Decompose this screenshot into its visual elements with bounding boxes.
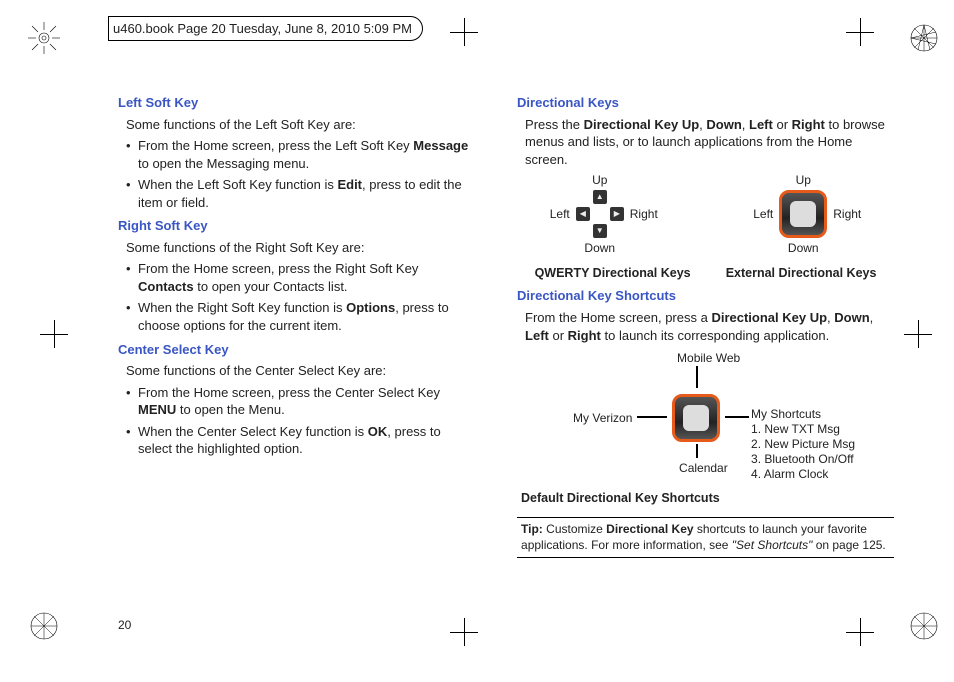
csk-intro: Some functions of the Center Select Key … [126,362,477,380]
shortcut-right: My Shortcuts [751,406,821,422]
crop-mark-icon [846,18,874,46]
right-column: Directional Keys Press the Directional K… [517,88,894,622]
label-down: Down [584,240,615,256]
directional-diagrams: Up Left ▲▼◀▶ Right Down Up Left Right Do… [517,172,894,256]
dks-intro: From the Home screen, press a Directiona… [525,309,894,344]
crop-mark-icon [40,320,68,348]
page-header: u460.book Page 20 Tuesday, June 8, 2010 … [108,16,423,41]
caption-external: External Directional Keys [726,265,877,282]
shortcut-left: My Verizon [573,410,632,426]
ornament-icon [908,610,940,642]
shortcut-up: Mobile Web [677,350,740,366]
caption-qwerty: QWERTY Directional Keys [535,265,691,282]
heading-directional-keys: Directional Keys [517,94,894,112]
tip-box: Tip: Customize Directional Key shortcuts… [517,517,894,558]
label-left: Left [550,206,570,222]
left-column: Left Soft Key Some functions of the Left… [118,88,477,622]
label-up: Up [592,172,607,188]
page-content: Left Soft Key Some functions of the Left… [118,88,894,622]
label-left: Left [753,206,773,222]
label-right: Right [833,206,861,222]
heading-left-soft-key: Left Soft Key [118,94,477,112]
crop-mark-icon [846,618,874,646]
heading-directional-shortcuts: Directional Key Shortcuts [517,287,894,305]
lsk-bullet-1: From the Home screen, press the Left Sof… [126,137,477,172]
external-directional-diagram: Up Left Right Down [753,172,861,256]
connector-line [725,416,749,418]
lsk-intro: Some functions of the Left Soft Key are: [126,116,477,134]
shortcut-diagram: Mobile Web My Verizon My Shortcuts 1. Ne… [517,348,894,488]
ornament-icon [908,22,940,54]
header-text: u460.book Page 20 Tuesday, June 8, 2010 … [113,21,412,36]
shortcut-down: Calendar [679,460,728,476]
connector-line [696,366,698,388]
rsk-intro: Some functions of the Right Soft Key are… [126,239,477,257]
external-pad-icon [672,394,720,442]
shortcut-list: 1. New TXT Msg 2. New Picture Msg 3. Blu… [751,422,855,482]
crop-mark-icon [450,618,478,646]
rsk-bullet-1: From the Home screen, press the Right So… [126,260,477,295]
page-number: 20 [118,618,131,632]
crop-mark-icon [450,18,478,46]
external-pad-icon [779,190,827,238]
qwerty-directional-diagram: Up Left ▲▼◀▶ Right Down [550,172,658,256]
shortcut-caption: Default Directional Key Shortcuts [521,490,894,507]
csk-bullet-1: From the Home screen, press the Center S… [126,384,477,419]
label-down: Down [788,240,819,256]
ornament-icon [28,22,60,54]
heading-right-soft-key: Right Soft Key [118,217,477,235]
rsk-bullet-2: When the Right Soft Key function is Opti… [126,299,477,334]
ornament-icon [28,610,60,642]
connector-line [637,416,667,418]
crop-mark-icon [904,320,932,348]
lsk-bullet-2: When the Left Soft Key function is Edit,… [126,176,477,211]
dk-intro: Press the Directional Key Up, Down, Left… [525,116,894,169]
csk-bullet-2: When the Center Select Key function is O… [126,423,477,458]
connector-line [696,444,698,458]
label-right: Right [630,206,658,222]
qwerty-pad-icon: ▲▼◀▶ [576,190,624,238]
heading-center-select-key: Center Select Key [118,341,477,359]
label-up: Up [796,172,811,188]
